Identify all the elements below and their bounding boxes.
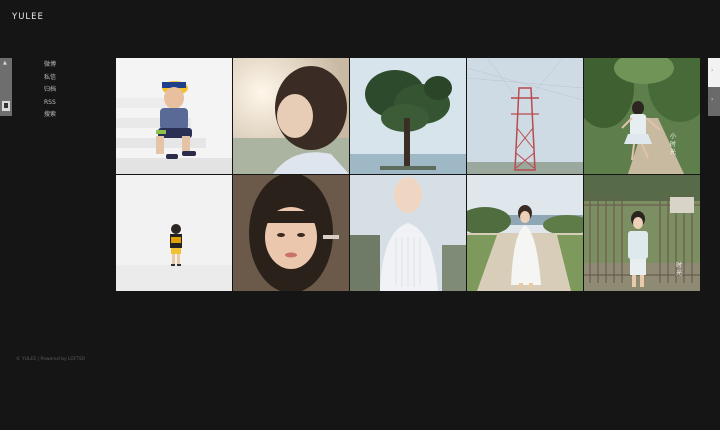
photo-image — [116, 175, 232, 291]
up-arrow-icon: ▲ — [3, 60, 7, 66]
photo-image — [233, 58, 349, 174]
photo-image — [467, 58, 583, 174]
sidebar-tab[interactable]: ▲ — [0, 58, 12, 116]
nav-item-weibo[interactable]: 微博 — [44, 59, 56, 72]
nav-item-message[interactable]: 私信 — [44, 72, 56, 85]
photo-girl-white-dress-by-water[interactable] — [467, 175, 583, 291]
next-page-button[interactable]: › — [708, 58, 720, 87]
photo-image — [233, 175, 349, 291]
svg-text:时: 时 — [676, 261, 682, 269]
nav-item-rss[interactable]: RSS — [44, 97, 56, 110]
page: YULEE ▲ 微博 私信 归档 RSS 搜索 © YULEE | Powere… — [0, 0, 720, 430]
photo-girl-portrait-with-bangs[interactable] — [233, 175, 349, 291]
photo-grid: 小 时 光 时 光 — [116, 58, 700, 292]
nav-item-archive[interactable]: 归档 — [44, 84, 56, 97]
photo-toddler-standing-in-white-room[interactable] — [116, 175, 232, 291]
photo-pine-tree-against-sky[interactable] — [350, 58, 466, 174]
photo-image — [350, 175, 466, 291]
photo-boy-cap-on-white-stairs[interactable] — [116, 58, 232, 174]
photo-image — [467, 175, 583, 291]
chevron-right-icon: › — [711, 67, 714, 74]
photo-image: 小 时 光 — [584, 58, 700, 174]
photo-power-pylon-in-field[interactable] — [467, 58, 583, 174]
svg-text:小: 小 — [670, 132, 676, 140]
photo-image — [116, 58, 232, 174]
footer-credit: © YULEE | Powered by LOFTER — [16, 357, 86, 362]
photo-girl-white-dress-face-hidden[interactable] — [350, 175, 466, 291]
previous-page-button[interactable]: › — [708, 87, 720, 116]
avatar-icon — [2, 101, 10, 111]
svg-text:时: 时 — [670, 140, 676, 148]
nav-item-search[interactable]: 搜索 — [44, 109, 56, 122]
photo-girl-running-on-forest-path[interactable]: 小 时 光 — [584, 58, 700, 174]
nav-menu: 微博 私信 归档 RSS 搜索 — [44, 59, 56, 122]
photo-image — [350, 58, 466, 174]
svg-text:光: 光 — [670, 148, 676, 156]
site-title[interactable]: YULEE — [12, 12, 44, 22]
photo-image: 时 光 — [584, 175, 700, 291]
svg-text:光: 光 — [676, 269, 682, 277]
photo-girl-at-rusty-gate[interactable]: 时 光 — [584, 175, 700, 291]
chevron-right-icon: › — [711, 96, 714, 103]
photo-girl-bob-haircut-profile[interactable] — [233, 58, 349, 174]
